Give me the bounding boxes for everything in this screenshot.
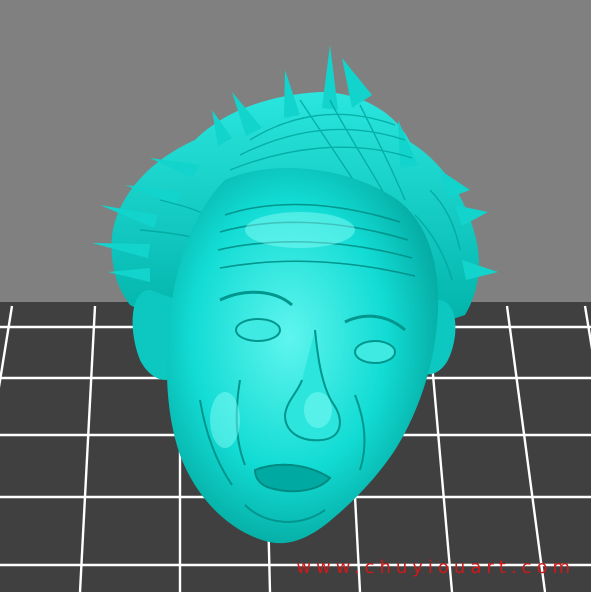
left-eye bbox=[235, 318, 281, 342]
right-eye bbox=[354, 340, 396, 364]
viewport-scene bbox=[0, 0, 591, 592]
watermark-text: www.chuyiouart.com bbox=[296, 557, 575, 578]
3d-viewport[interactable]: www.chuyiouart.com bbox=[0, 0, 591, 592]
